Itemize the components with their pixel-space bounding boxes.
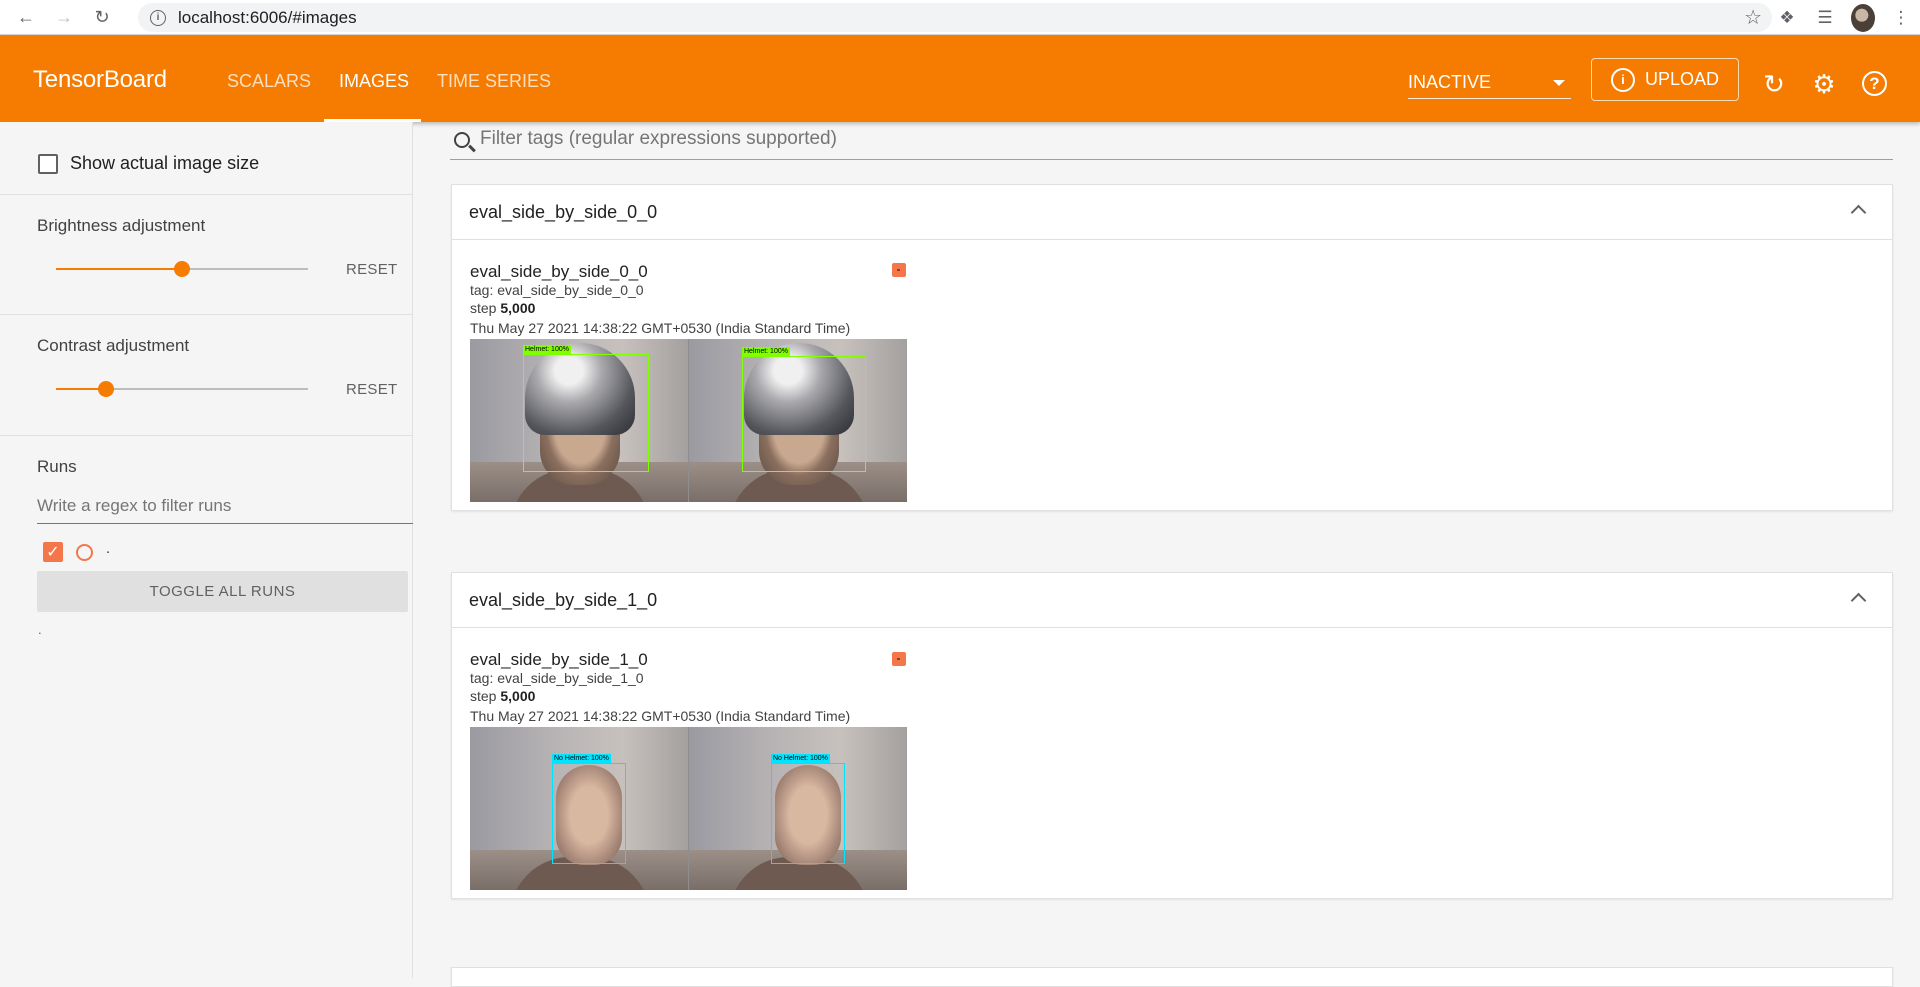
step-label: step: [470, 300, 497, 316]
sidebar: Show actual image size Brightness adjust…: [0, 122, 413, 978]
tab-scalars[interactable]: SCALARS: [227, 71, 311, 92]
runs-title: Runs: [37, 457, 77, 476]
profile-avatar[interactable]: [1851, 3, 1875, 32]
tag-card: eval_side_by_side_1_0 eval_side_by_side_…: [451, 572, 1893, 899]
browser-menu-icon[interactable]: ⋮: [1889, 6, 1913, 30]
eval-image[interactable]: No Helmet: 100% No Helmet: 100%: [470, 727, 907, 890]
runs-footer-text: .: [38, 622, 42, 637]
image-panel-left: No Helmet: 100%: [470, 727, 688, 890]
run-filter-field[interactable]: [37, 492, 413, 524]
detection-box: [771, 763, 845, 864]
show-actual-size-checkbox[interactable]: [38, 154, 58, 174]
image-tag: tag: eval_side_by_side_1_0: [470, 670, 644, 686]
tab-images[interactable]: IMAGES: [339, 71, 409, 92]
detection-label: Helmet: 100%: [742, 347, 790, 356]
slider-thumb[interactable]: [98, 381, 115, 397]
image-name: eval_side_by_side_1_0: [470, 650, 648, 669]
run-color-chip: [892, 263, 906, 277]
image-datetime: Thu May 27 2021 14:38:22 GMT+0530 (India…: [470, 708, 851, 724]
back-icon[interactable]: ←: [14, 5, 38, 29]
slider-fill: [56, 268, 182, 270]
reload-icon[interactable]: ↻: [90, 5, 114, 29]
image-panel-left: Helmet: 100%: [470, 339, 688, 502]
info-icon: i: [1610, 67, 1635, 92]
toggle-all-runs-button[interactable]: TOGGLE ALL RUNS: [37, 571, 408, 612]
contrast-title: Contrast adjustment: [37, 336, 190, 355]
image-tag: tag: eval_side_by_side_0_0: [470, 282, 644, 298]
run-color-swatch[interactable]: [76, 544, 93, 561]
media-control-icon[interactable]: ☰: [1813, 6, 1837, 30]
dropdown-arrow-icon: [1553, 80, 1565, 86]
card-header[interactable]: eval_side_by_side_0_0: [452, 185, 1892, 240]
detection-box: [523, 354, 649, 472]
refresh-icon[interactable]: ↻: [1759, 69, 1789, 99]
brightness-reset-button[interactable]: RESET: [346, 261, 398, 278]
sidebar-divider: [0, 194, 413, 195]
eval-image[interactable]: Helmet: 100% Helmet: 100%: [470, 339, 907, 502]
step-label: step: [470, 688, 497, 704]
tensorboard-header: TensorBoard SCALARS IMAGES TIME SERIES I…: [0, 35, 1920, 122]
image-panel-right: No Helmet: 100%: [689, 727, 907, 890]
bookmark-star-icon[interactable]: ☆: [1744, 5, 1762, 30]
detection-box: [552, 763, 626, 864]
settings-gear-icon[interactable]: ⚙: [1809, 69, 1839, 99]
image-metadata: eval_side_by_side_1_0 tag: eval_side_by_…: [470, 650, 850, 727]
image-metadata: eval_side_by_side_0_0 tag: eval_side_by_…: [470, 262, 850, 339]
image-panel-right: Helmet: 100%: [689, 339, 907, 502]
image-step: step 5,000: [470, 687, 850, 705]
contrast-slider[interactable]: [56, 379, 308, 399]
image-step: step 5,000: [470, 299, 850, 317]
address-bar[interactable]: i localhost:6006/#images ☆: [138, 3, 1772, 32]
card-header[interactable]: eval_side_by_side_1_0: [452, 573, 1892, 628]
extensions-icon[interactable]: ❖: [1775, 6, 1799, 30]
detection-label: Helmet: 100%: [523, 345, 571, 354]
slider-thumb[interactable]: [174, 261, 190, 277]
card-title: eval_side_by_side_1_0: [469, 590, 658, 610]
image-datetime: Thu May 27 2021 14:38:22 GMT+0530 (India…: [470, 320, 851, 336]
browser-toolbar: ← → ↻ i localhost:6006/#images ☆ ❖ ☰ ⋮: [0, 0, 1920, 35]
tag-card: [451, 967, 1893, 987]
contrast-reset-button[interactable]: RESET: [346, 381, 398, 398]
tag-filter-input[interactable]: [480, 128, 1880, 150]
help-icon[interactable]: ?: [1862, 71, 1887, 96]
tag-card: eval_side_by_side_0_0 eval_side_by_side_…: [451, 184, 1893, 511]
show-actual-size-label[interactable]: Show actual image size: [70, 153, 259, 174]
tag-filter-bar[interactable]: [450, 124, 1893, 160]
step-value: 5,000: [500, 688, 536, 704]
collapse-chevron-icon[interactable]: [1850, 204, 1867, 221]
sidebar-divider: [0, 314, 413, 315]
sidebar-divider: [0, 435, 413, 436]
brightness-title: Brightness adjustment: [37, 216, 206, 235]
step-value: 5,000: [500, 300, 536, 316]
run-name: .: [106, 540, 111, 557]
image-name: eval_side_by_side_0_0: [470, 262, 648, 281]
check-icon: ✓: [46, 544, 60, 561]
site-info-icon[interactable]: i: [150, 9, 166, 26]
detection-label: No Helmet: 100%: [552, 754, 611, 763]
search-icon: [454, 132, 470, 148]
upload-button-label: UPLOAD: [1644, 69, 1720, 89]
run-checkbox[interactable]: ✓: [43, 542, 63, 562]
run-color-chip: [892, 652, 906, 666]
upload-button[interactable]: i UPLOAD: [1591, 58, 1739, 101]
detection-box: [742, 356, 866, 472]
tab-time-series[interactable]: TIME SERIES: [437, 71, 551, 92]
plugin-select[interactable]: INACTIVE: [1408, 68, 1571, 99]
url-text: localhost:6006/#images: [178, 7, 357, 27]
collapse-chevron-icon[interactable]: [1850, 592, 1867, 609]
brightness-slider[interactable]: [56, 259, 308, 279]
avatar: [1851, 3, 1875, 32]
forward-icon[interactable]: →: [52, 5, 76, 29]
main-content: eval_side_by_side_0_0 eval_side_by_side_…: [414, 122, 1920, 987]
card-title: eval_side_by_side_0_0: [469, 202, 658, 222]
detection-label: No Helmet: 100%: [771, 754, 830, 763]
tensorboard-logo[interactable]: TensorBoard: [33, 66, 167, 94]
plugin-select-value: INACTIVE: [1408, 72, 1492, 92]
run-filter-input[interactable]: [37, 492, 413, 516]
